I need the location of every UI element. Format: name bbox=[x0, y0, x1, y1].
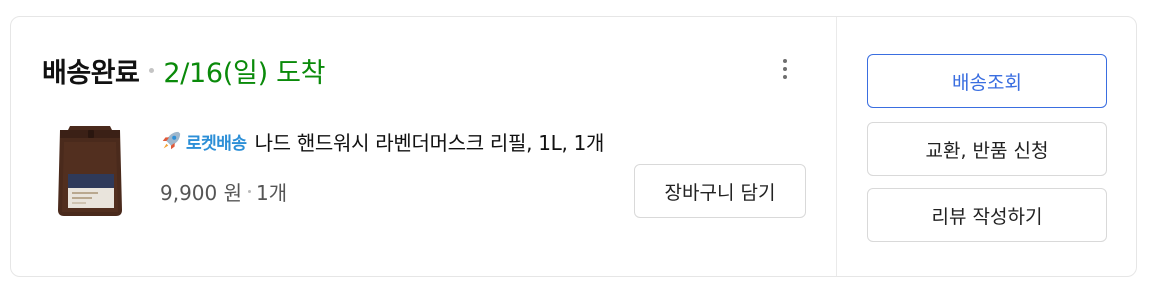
card-divider bbox=[836, 17, 837, 276]
separator-dot bbox=[149, 67, 155, 73]
arrival-date: 2/16(일) 도착 bbox=[163, 57, 326, 89]
separator-dot bbox=[248, 189, 252, 193]
product-quantity: 1개 bbox=[256, 180, 288, 205]
rocket-icon bbox=[162, 131, 181, 150]
rocket-delivery-badge: 로켓배송 bbox=[186, 133, 247, 154]
write-review-button[interactable]: 리뷰 작성하기 bbox=[867, 188, 1107, 242]
price-line: 9,900 원 1개 bbox=[160, 174, 287, 208]
product-price: 9,900 원 bbox=[160, 180, 243, 205]
refill-pouch-image bbox=[58, 126, 122, 216]
status-title: 배송완료 bbox=[42, 57, 140, 89]
kebab-menu-icon[interactable] bbox=[772, 54, 798, 84]
delivery-status: 배송완료 2/16(일) 도착 bbox=[42, 48, 325, 92]
product-line: 로켓배송 나드 핸드워시 라벤더머스크 리필, 1L, 1개 bbox=[160, 124, 604, 158]
add-to-cart-button[interactable]: 장바구니 담기 bbox=[634, 164, 806, 218]
product-thumbnail[interactable] bbox=[50, 124, 130, 220]
track-delivery-button[interactable]: 배송조회 bbox=[867, 54, 1107, 108]
exchange-return-button[interactable]: 교환, 반품 신청 bbox=[867, 122, 1107, 176]
product-name[interactable]: 나드 핸드워시 라벤더머스크 리필, 1L, 1개 bbox=[255, 127, 605, 156]
